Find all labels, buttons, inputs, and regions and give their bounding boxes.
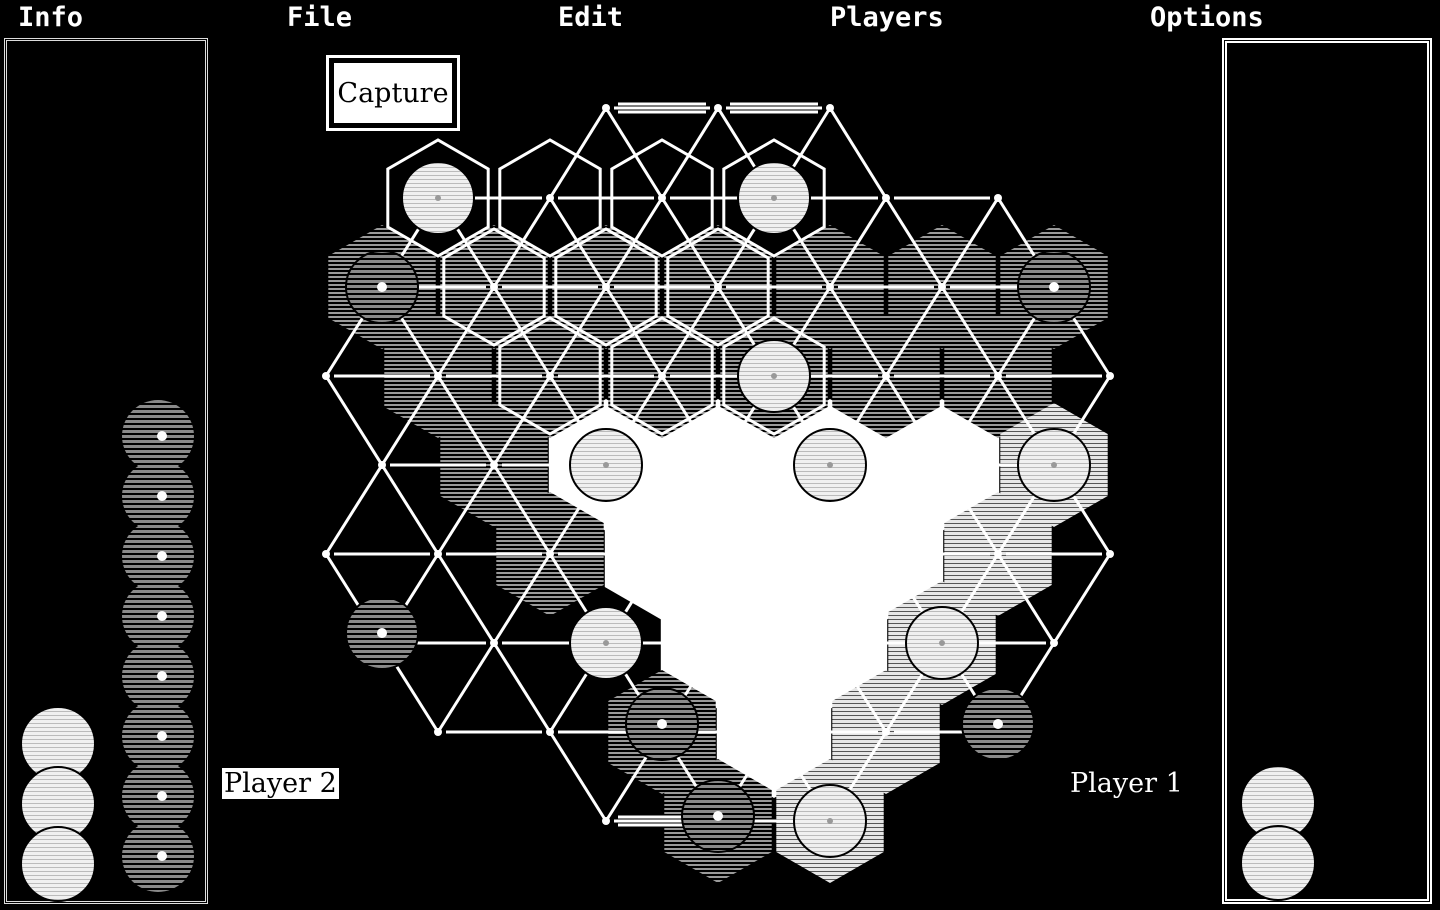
player2-label: Player 2 (222, 768, 339, 799)
board-node (322, 372, 330, 380)
light-stone-center (939, 640, 945, 646)
board-node (658, 194, 666, 202)
grid-line (436, 553, 496, 644)
game-board[interactable] (0, 0, 1440, 910)
board-node (490, 639, 498, 647)
light-stone-center (827, 462, 833, 468)
board-node (714, 639, 722, 647)
dark-stone-center (657, 719, 667, 729)
board-node (546, 194, 554, 202)
captured-dark-stone-center (157, 671, 167, 681)
board-node (994, 550, 1002, 558)
board-node (602, 104, 610, 112)
board-node (882, 550, 890, 558)
board-node (826, 283, 834, 291)
captured-dark-stone-center (157, 791, 167, 801)
board-node (770, 728, 778, 736)
light-stone-center (603, 640, 609, 646)
grid-line (436, 642, 496, 733)
board-node (714, 104, 722, 112)
board-node (770, 550, 778, 558)
light-stone-center (603, 462, 609, 468)
grid-line (828, 107, 888, 199)
board-node (546, 372, 554, 380)
grid-line (660, 107, 720, 199)
captured-dark-stone-center (157, 611, 167, 621)
dark-stone-center (713, 811, 723, 821)
board-node (714, 461, 722, 469)
board-node (714, 283, 722, 291)
board-node (602, 817, 610, 825)
board-node (434, 728, 442, 736)
board-node (546, 728, 554, 736)
board-node (826, 639, 834, 647)
captured-dark-stone-center (157, 491, 167, 501)
captured-dark-stone-center (157, 851, 167, 861)
grid-line (324, 464, 384, 555)
board-node (826, 104, 834, 112)
light-stone-center (435, 195, 441, 201)
capture-button[interactable]: Capture (326, 55, 460, 131)
board-node (658, 372, 666, 380)
board-node (938, 461, 946, 469)
board-node (434, 550, 442, 558)
board-node (994, 194, 1002, 202)
player1-label: Player 1 (1070, 768, 1183, 799)
dark-stone-center (1049, 282, 1059, 292)
board-node (882, 728, 890, 736)
grid-line (492, 642, 552, 733)
board-node (322, 550, 330, 558)
grid-line (324, 375, 384, 466)
light-stone-center (827, 818, 833, 824)
board-node (490, 461, 498, 469)
light-stone-center (1051, 462, 1057, 468)
grid-line (548, 107, 608, 199)
board-node (434, 372, 442, 380)
capture-button-label: Capture (334, 63, 452, 123)
board-node (882, 194, 890, 202)
dark-stone-center (993, 719, 1003, 729)
light-stone-center (771, 195, 777, 201)
board-node (546, 550, 554, 558)
grid-line (380, 464, 440, 555)
grid-line (604, 107, 664, 199)
board-node (378, 461, 386, 469)
board-node (1050, 639, 1058, 647)
grid-line (1052, 553, 1112, 644)
captured-dark-stone-center (157, 731, 167, 741)
grid-line (548, 731, 608, 822)
board-node (490, 283, 498, 291)
dark-stone-center (377, 282, 387, 292)
board-node (1106, 372, 1114, 380)
board-node (938, 283, 946, 291)
light-stone-center (771, 373, 777, 379)
captured-light-stone (20, 826, 96, 902)
captured-light-stone (1240, 825, 1316, 901)
board-node (994, 372, 1002, 380)
board-node (1106, 550, 1114, 558)
dark-stone-center (377, 628, 387, 638)
captured-dark-stone-center (157, 551, 167, 561)
board-node (658, 550, 666, 558)
board-node (882, 372, 890, 380)
captured-dark-stone-center (157, 431, 167, 441)
board-node (602, 283, 610, 291)
